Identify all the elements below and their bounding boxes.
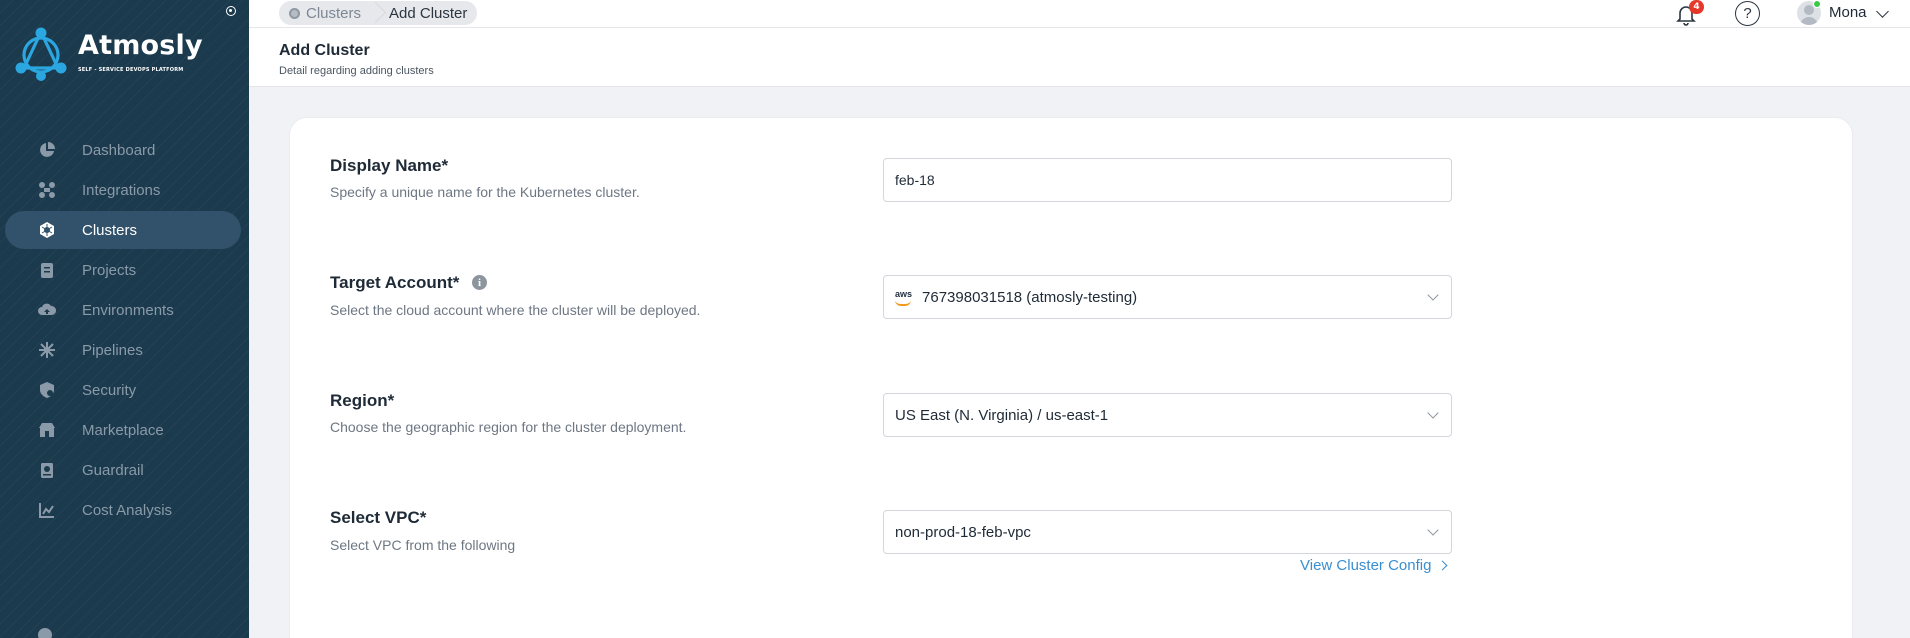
user-settings-icon[interactable] (38, 628, 52, 638)
marketplace-icon (38, 421, 56, 439)
target-account-label: Target Account* (330, 273, 460, 292)
target-account-select[interactable]: aws 767398031518 (atmosly-testing) (883, 275, 1452, 319)
sidebar-item-label: Security (82, 381, 137, 399)
sidebar-item-label: Pipelines (82, 341, 143, 359)
guardrail-icon (38, 461, 56, 479)
display-name-label: Display Name* (330, 156, 449, 175)
display-name-description: Specify a unique name for the Kubernetes… (330, 184, 640, 200)
sidebar-item-dashboard[interactable]: Dashboard (0, 130, 249, 170)
vpc-label: Select VPC* (330, 508, 427, 527)
vpc-description: Select VPC from the following (330, 537, 516, 553)
page-header: Add Cluster Detail regarding adding clus… (249, 27, 1910, 87)
sidebar-item-integrations[interactable]: Integrations (0, 170, 249, 210)
brand-logo[interactable]: Atmosly SELF - SERVICE DEVOPS PLATFORM (12, 24, 203, 84)
target-account-description: Select the cloud account where the clust… (330, 302, 701, 318)
sidebar-nav: Dashboard Integrations Clusters Projects… (0, 130, 249, 530)
page-title: Add Cluster (279, 42, 370, 59)
top-bar: Clusters Add Cluster (249, 0, 1910, 27)
chevron-right-icon (1438, 560, 1448, 571)
breadcrumb-item-clusters[interactable]: Clusters (289, 5, 361, 22)
clusters-breadcrumb-icon (289, 7, 300, 19)
breadcrumb: Clusters Add Cluster (279, 1, 478, 25)
sidebar-item-cost-analysis[interactable]: Cost Analysis (0, 490, 249, 530)
aws-logo-icon: aws (895, 289, 913, 306)
sidebar-item-label: Cost Analysis (82, 501, 173, 519)
region-value: US East (N. Virginia) / us-east-1 (895, 406, 1109, 424)
projects-icon (38, 261, 56, 279)
sidebar-item-pipelines[interactable]: Pipelines (0, 330, 249, 370)
scrollbar[interactable] (1898, 87, 1910, 638)
region-select[interactable]: US East (N. Virginia) / us-east-1 (883, 393, 1452, 437)
pie-chart-icon (38, 141, 56, 159)
sidebar-item-label: Clusters (82, 221, 138, 239)
breadcrumb-label: Clusters (306, 4, 362, 22)
sidebar-item-label: Dashboard (82, 141, 156, 159)
shield-icon (38, 381, 56, 399)
sidebar-collapse-icon[interactable] (226, 6, 236, 16)
sidebar-item-label: Integrations (82, 181, 161, 199)
notification-badge: 4 (1689, 0, 1704, 14)
sidebar-item-label: Projects (82, 261, 137, 279)
sidebar-item-label: Guardrail (82, 461, 144, 479)
brand-tagline: SELF - SERVICE DEVOPS PLATFORM (78, 67, 184, 73)
region-label: Region* (330, 391, 395, 410)
chevron-down-icon (1427, 407, 1439, 419)
sidebar-item-label: Environments (82, 301, 174, 319)
pipelines-icon (38, 341, 56, 359)
sidebar-item-guardrail[interactable]: Guardrail (0, 450, 249, 490)
sidebar-item-environments[interactable]: Environments (0, 290, 249, 330)
breadcrumb-separator-icon (367, 1, 383, 25)
sidebar-item-marketplace[interactable]: Marketplace (0, 410, 249, 450)
vpc-value: non-prod-18-feb-vpc (895, 523, 1031, 541)
region-description: Choose the geographic region for the clu… (330, 419, 687, 435)
online-status-icon (1813, 0, 1821, 8)
display-name-value: feb-18 (895, 172, 935, 188)
sidebar: Atmosly SELF - SERVICE DEVOPS PLATFORM D… (0, 0, 249, 638)
cloud-icon (38, 301, 56, 319)
chevron-down-icon (1427, 524, 1439, 536)
target-account-value: 767398031518 (atmosly-testing) (922, 288, 1138, 306)
cost-icon (38, 501, 56, 519)
breadcrumb-item-add-cluster: Add Cluster (389, 4, 468, 22)
brand-name: Atmosly (78, 30, 203, 61)
info-icon[interactable]: i (472, 275, 487, 290)
help-icon[interactable]: ? (1735, 1, 1760, 26)
kubernetes-icon (38, 221, 56, 239)
sidebar-item-security[interactable]: Security (0, 370, 249, 410)
display-name-input[interactable]: feb-18 (883, 158, 1452, 202)
atmosly-logo-icon (15, 27, 67, 81)
user-name[interactable]: Mona (1829, 4, 1867, 21)
vpc-select[interactable]: non-prod-18-feb-vpc (883, 510, 1452, 554)
sidebar-item-projects[interactable]: Projects (0, 250, 249, 290)
sidebar-item-label: Marketplace (82, 421, 164, 439)
view-cluster-config-label: View Cluster Config (1300, 557, 1432, 574)
sidebar-item-clusters[interactable]: Clusters (0, 210, 249, 250)
view-cluster-config-link[interactable]: View Cluster Config (1300, 557, 1448, 574)
chevron-down-icon (1427, 289, 1439, 301)
page-subtitle: Detail regarding adding clusters (279, 65, 434, 77)
integrations-icon (38, 181, 56, 199)
